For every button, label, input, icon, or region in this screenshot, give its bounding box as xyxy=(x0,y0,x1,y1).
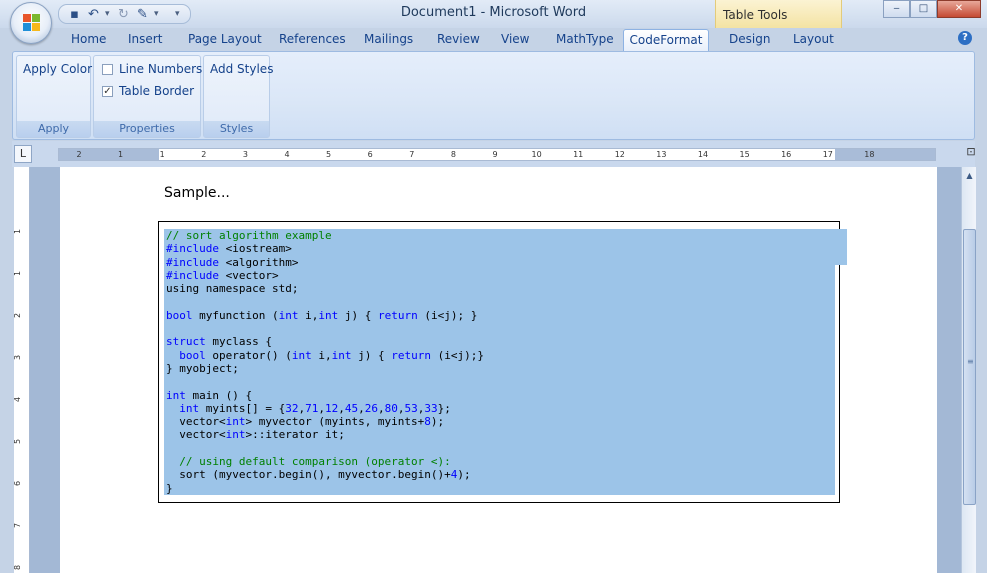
ruler-tick-label: 18 xyxy=(864,150,875,159)
ruler-bar: L 2 1 1 2 3 4 5 6 7 8 9 10 11 12 13 14 15 16 17 18 ⊡ xyxy=(12,141,976,167)
tab-mailings[interactable]: Mailings xyxy=(364,32,413,46)
tab-layout[interactable]: Layout xyxy=(793,32,834,46)
ruler-tick-label: 5 xyxy=(326,150,332,159)
tab-design[interactable]: Design xyxy=(729,32,770,46)
vertical-ruler[interactable]: 1 1 2 3 4 5 6 7 8 xyxy=(13,167,30,573)
styles-group: Add Styles Styles xyxy=(203,55,273,138)
ruler-tick-label: 2 xyxy=(76,150,82,159)
help-icon[interactable]: ? xyxy=(958,31,972,45)
tab-mathtype[interactable]: MathType xyxy=(556,32,614,46)
scroll-grip-icon: ≡ xyxy=(967,357,974,366)
add-styles-button[interactable]: Add Styles xyxy=(210,62,273,76)
tab-view[interactable]: View xyxy=(501,32,529,46)
vertical-ruler-tick-label: 4 xyxy=(13,396,23,403)
tab-insert[interactable]: Insert xyxy=(128,32,162,46)
styles-group-label: Styles xyxy=(204,121,269,137)
ruler-tick-label: 10 xyxy=(531,150,542,159)
tab-selector-icon[interactable]: L xyxy=(14,145,32,163)
vertical-ruler-tick-label: 3 xyxy=(13,354,23,361)
ruler-tick-label: 16 xyxy=(781,150,792,159)
ruler-tick-label: 8 xyxy=(450,150,456,159)
scroll-up-icon[interactable]: ▲ xyxy=(963,169,976,182)
minimize-icon[interactable]: ‒ xyxy=(883,0,910,18)
tab-review[interactable]: Review xyxy=(437,32,480,46)
vertical-ruler-tick-label: 8 xyxy=(13,564,23,571)
title-bar: ▪ ↶ ▾ ↻ ✎ ▾ ▾ Document1 - Microsoft Word… xyxy=(0,0,987,28)
ruler-tick-label: 2 xyxy=(201,150,207,159)
vertical-ruler-tick-label: 7 xyxy=(13,522,23,529)
document-area: Sample... // sort algorithm example #inc… xyxy=(30,167,961,573)
properties-group: Line Numbers ✓ Table Border Properties xyxy=(93,55,203,138)
ruler-tick-label: 17 xyxy=(822,150,833,159)
vertical-ruler-tick-label: 2 xyxy=(13,312,23,319)
window-edge xyxy=(976,140,987,573)
maximize-icon[interactable]: □ xyxy=(910,0,937,18)
ruler-tick-label: 12 xyxy=(614,150,625,159)
vertical-ruler-tick-label: 1 xyxy=(13,228,23,235)
ruler-tick-label: 6 xyxy=(367,150,373,159)
ruler-left-margin xyxy=(59,149,159,160)
vertical-ruler-tick-label: 6 xyxy=(13,480,23,487)
tab-page-layout[interactable]: Page Layout xyxy=(188,32,262,46)
ruler-tick-label: 9 xyxy=(492,150,498,159)
ruler-tick-label: 1 xyxy=(118,150,124,159)
ruler-tick-label: 1 xyxy=(159,150,165,159)
document-page[interactable]: Sample... // sort algorithm example #inc… xyxy=(60,167,937,573)
ruler-tick-label: 11 xyxy=(573,150,584,159)
ruler-tick-label: 14 xyxy=(697,150,709,159)
ruler-tick-label: 13 xyxy=(656,150,667,159)
line-numbers-label: Line Numbers xyxy=(119,62,203,76)
window-controls: ‒ □ ✕ xyxy=(883,0,981,18)
apply-group: Apply Color Apply xyxy=(16,55,92,138)
horizontal-ruler[interactable]: 2 1 1 2 3 4 5 6 7 8 9 10 11 12 13 14 15 16 17 18 xyxy=(58,148,936,161)
table-border-checkbox[interactable]: ✓ xyxy=(102,86,113,97)
tab-references[interactable]: References xyxy=(279,32,346,46)
apply-group-label: Apply xyxy=(17,121,90,137)
vertical-scrollbar[interactable]: ▲ ≡ xyxy=(961,167,976,573)
table-tools-label: Table Tools xyxy=(715,0,842,28)
ruler-tick-label: 4 xyxy=(284,150,290,159)
apply-color-button[interactable]: Apply Color xyxy=(23,62,92,76)
tab-codeformat[interactable]: CodeFormat xyxy=(623,29,709,52)
ruler-right-margin xyxy=(835,149,935,160)
properties-group-label: Properties xyxy=(94,121,200,137)
tab-home[interactable]: Home xyxy=(71,32,106,46)
scroll-thumb[interactable]: ≡ xyxy=(963,229,976,505)
code-block[interactable]: // sort algorithm example #include <iost… xyxy=(166,229,484,495)
ruler-tick-label: 3 xyxy=(242,150,248,159)
table-border-label: Table Border xyxy=(119,84,195,98)
line-numbers-checkbox[interactable] xyxy=(102,64,113,75)
ruler-tick-label: 15 xyxy=(739,150,750,159)
ribbon-tabs: Home Insert Page Layout References Maili… xyxy=(0,28,987,52)
office-logo-icon xyxy=(23,14,41,32)
ribbon-panel: Apply Color Apply Line Numbers ✓ Table B… xyxy=(12,51,975,140)
sample-paragraph[interactable]: Sample... xyxy=(164,185,230,201)
office-button[interactable] xyxy=(10,2,52,44)
vertical-ruler-tick-label: 5 xyxy=(13,438,23,445)
ruler-tick-label: 7 xyxy=(409,150,415,159)
selection-end-mark xyxy=(835,229,847,265)
code-table[interactable]: // sort algorithm example #include <iost… xyxy=(158,221,847,503)
close-icon[interactable]: ✕ xyxy=(937,0,981,18)
vertical-ruler-tick-label: 1 xyxy=(13,270,23,277)
